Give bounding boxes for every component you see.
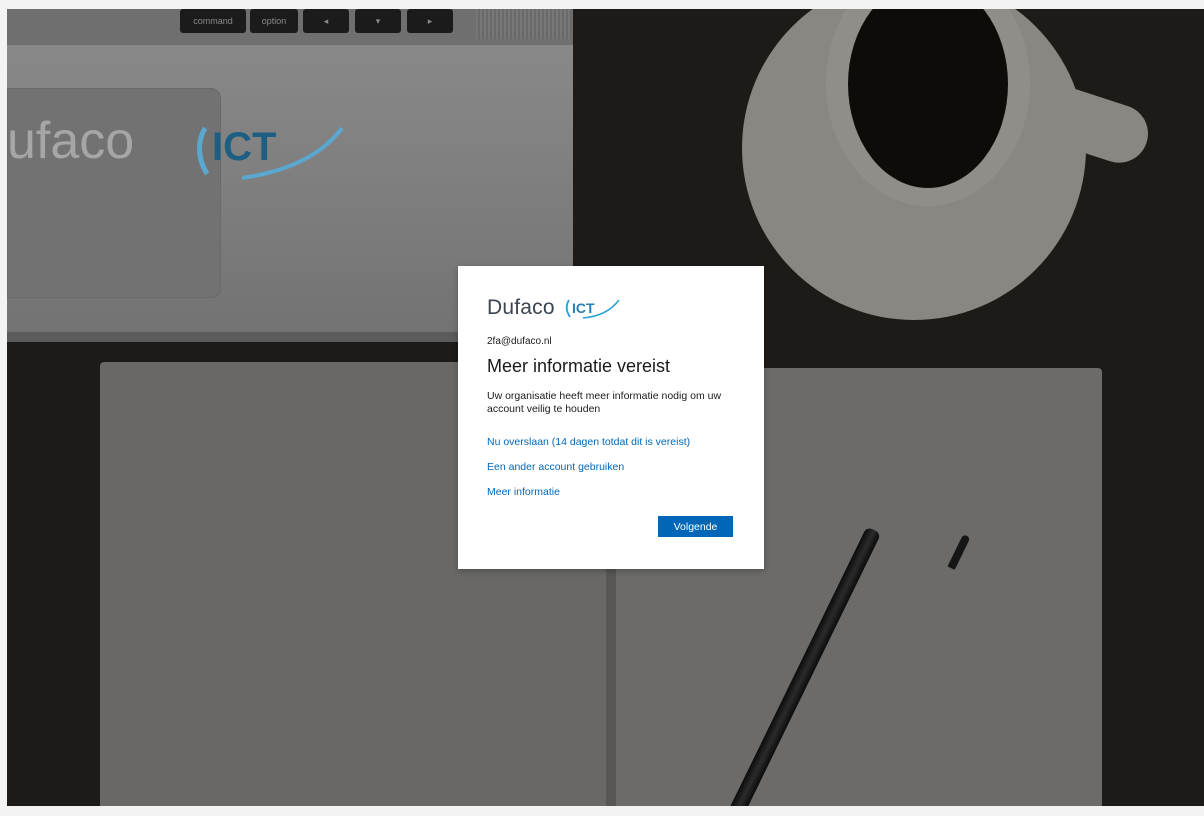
laptop-key-command: command bbox=[180, 9, 246, 33]
skip-for-now-link[interactable]: Nu overslaan (14 dagen totdat dit is ver… bbox=[487, 436, 690, 448]
frame-bottom bbox=[0, 806, 1204, 816]
use-another-account-link[interactable]: Een ander account gebruiken bbox=[487, 461, 624, 473]
laptop-logo-text: ufaco bbox=[7, 112, 134, 170]
laptop-key-left: ◂ bbox=[303, 9, 349, 33]
next-button[interactable]: Volgende bbox=[658, 516, 733, 537]
laptop-key-right: ▸ bbox=[407, 9, 453, 33]
laptop-logo: ufaco ICT bbox=[7, 100, 367, 190]
brand-name: Dufaco bbox=[487, 296, 555, 319]
brand-ict-text: ICT bbox=[572, 300, 595, 316]
laptop-logo-ict: ICT bbox=[212, 125, 276, 169]
more-info-link[interactable]: Meer informatie bbox=[487, 486, 560, 498]
frame-top bbox=[0, 0, 1204, 9]
description-text: Uw organisatie heeft meer informatie nod… bbox=[487, 390, 722, 415]
laptop-key-option: option bbox=[250, 9, 298, 33]
page-title: Meer informatie vereist bbox=[487, 356, 671, 376]
laptop-speaker-grille bbox=[476, 9, 572, 39]
account-email: 2fa@dufaco.nl bbox=[487, 336, 552, 347]
brand-logo: Dufaco ICT bbox=[487, 292, 623, 324]
brand-ict-logo: ICT bbox=[563, 295, 623, 321]
laptop-key-down: ▾ bbox=[355, 9, 401, 33]
frame-left bbox=[0, 0, 7, 816]
more-info-required-dialog: Dufaco ICT 2fa@dufaco.nl Meer informatie… bbox=[458, 266, 764, 569]
signin-page: command option ◂ ▾ ▸ ufaco ICT Dufaco IC… bbox=[0, 0, 1204, 816]
